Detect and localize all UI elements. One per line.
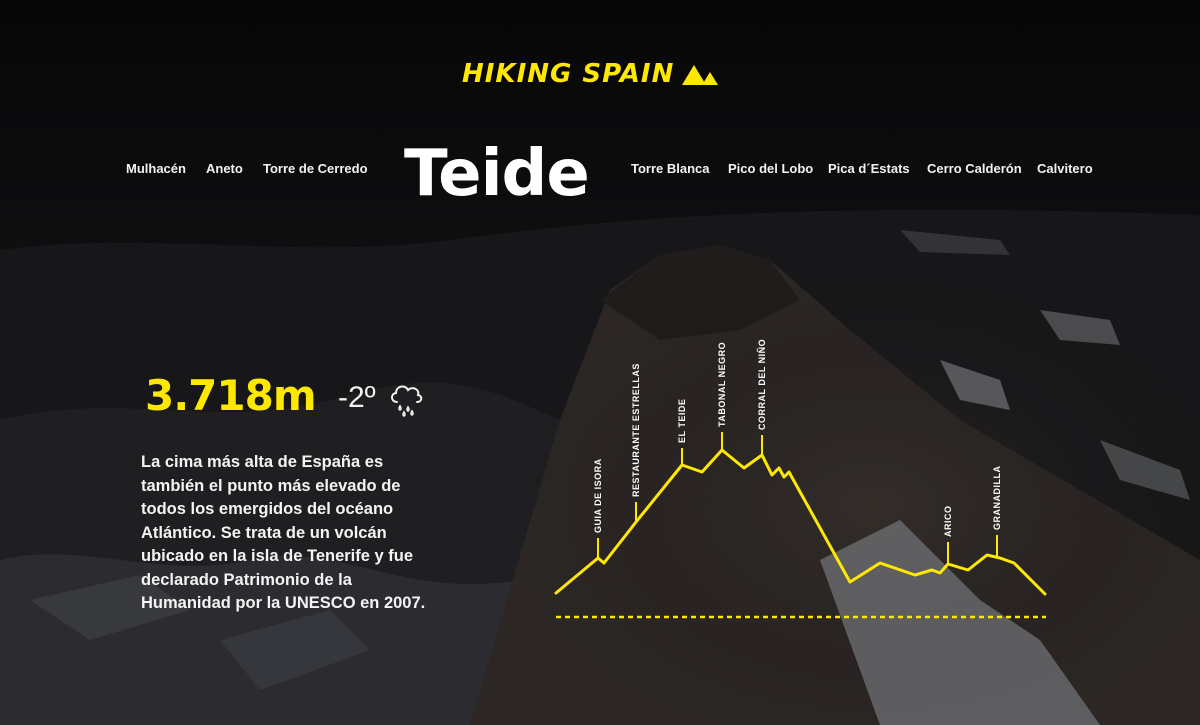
waypoint-label: GUIA DE ISORA (593, 458, 603, 533)
route-elevation-profile: GUIA DE ISORA RESTAURANTE ESTRELLAS EL T… (554, 339, 1047, 619)
nav-item-aneto[interactable]: Aneto (206, 160, 243, 178)
nav-item-torre-blanca[interactable]: Torre Blanca (631, 160, 710, 178)
waypoint-label: RESTAURANTE ESTRELLAS (631, 363, 641, 497)
nav-item-mulhacen[interactable]: Mulhacén (126, 160, 186, 178)
cloud-rain-icon (391, 385, 423, 417)
waypoint-label: CORRAL DEL NIÑO (757, 339, 767, 430)
elevation-value: 3.718m (145, 371, 317, 420)
nav-item-torre-de-cerredo[interactable]: Torre de Cerredo (263, 160, 368, 178)
nav-item-cerro-calderon[interactable]: Cerro Calderón (927, 160, 1022, 178)
waypoint-label: GRANADILLA (992, 466, 1002, 531)
nav-item-calvitero[interactable]: Calvitero (1037, 160, 1093, 178)
waypoint-label: EL TEIDE (677, 399, 687, 443)
page-title: Teide (404, 137, 590, 211)
waypoint-label: ARICO (943, 506, 953, 538)
description-text: La cima más alta de España es también el… (141, 453, 426, 612)
nav-item-pico-del-lobo[interactable]: Pico del Lobo (728, 160, 813, 178)
nav-item-pica-destats[interactable]: Pica d´Estats (828, 160, 910, 178)
waypoint-label: TABONAL NEGRO (717, 342, 727, 427)
profile-line (554, 448, 1047, 596)
temperature-value: -2º (338, 381, 376, 414)
mountain-peaks-icon (682, 65, 719, 85)
brand-logo[interactable]: HIKING SPAIN (462, 56, 719, 92)
brand-logo-text: HIKING SPAIN (462, 59, 675, 89)
